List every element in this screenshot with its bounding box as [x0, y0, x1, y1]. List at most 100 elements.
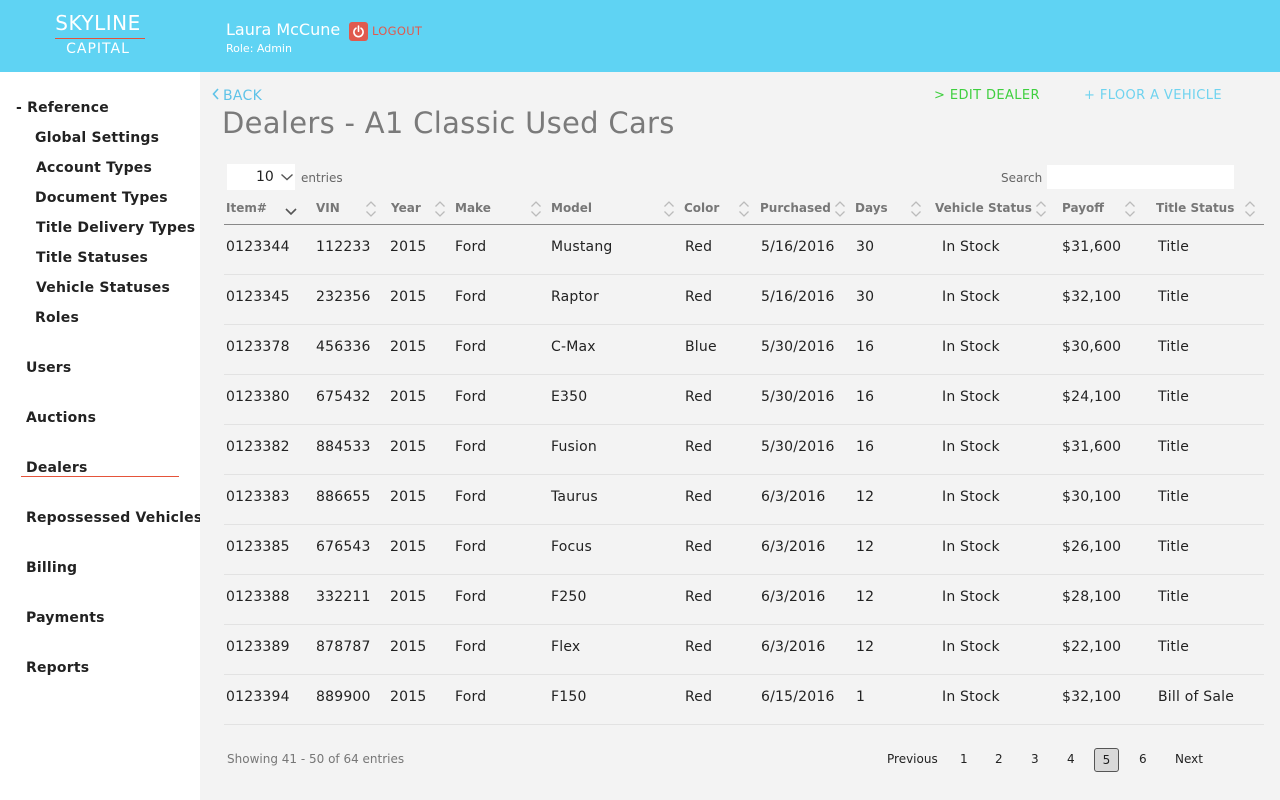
- logo-text-top: SKYLINE: [55, 11, 141, 35]
- cell-make: Ford: [455, 389, 487, 405]
- cell-purchased: 5/16/2016: [761, 239, 835, 255]
- column-header-vin[interactable]: VIN: [316, 201, 340, 215]
- sort-icon[interactable]: [529, 200, 543, 218]
- sort-icon[interactable]: [1034, 200, 1048, 218]
- column-header-vehicle-status[interactable]: Vehicle Status: [935, 201, 1032, 215]
- cell-payoff: $24,100: [1062, 389, 1122, 405]
- pagination-page-2[interactable]: 2: [995, 752, 1003, 766]
- cell-item: 0123344: [226, 239, 290, 255]
- cell-model: E350: [551, 389, 588, 405]
- cell-purchased: 6/3/2016: [761, 589, 826, 605]
- cell-make: Ford: [455, 239, 487, 255]
- sidebar: [0, 72, 200, 800]
- column-header-model[interactable]: Model: [551, 201, 592, 215]
- cell-model: F150: [551, 689, 587, 705]
- cell-payoff: $30,100: [1062, 489, 1122, 505]
- cell-color: Red: [685, 389, 713, 405]
- cell-item: 0123389: [226, 639, 290, 655]
- cell-vehicle-status: In Stock: [942, 539, 1000, 555]
- cell-days: 16: [856, 339, 875, 355]
- cell-color: Red: [685, 539, 713, 555]
- page-title: Dealers - A1 Classic Used Cars: [222, 106, 675, 140]
- cell-make: Ford: [455, 689, 487, 705]
- user-name: Laura McCune: [226, 20, 341, 39]
- search-label: Search: [1001, 171, 1043, 185]
- column-header-days[interactable]: Days: [855, 201, 888, 215]
- cell-title-status: Bill of Sale: [1158, 689, 1235, 705]
- entries-info: Showing 41 - 50 of 64 entries: [227, 752, 405, 766]
- logo[interactable]: SKYLINE CAPITAL: [0, 0, 200, 72]
- sort-icon[interactable]: [433, 200, 447, 218]
- sidebar-item-billing[interactable]: Billing: [26, 560, 77, 576]
- sidebar-item-payments[interactable]: Payments: [26, 610, 105, 626]
- cell-model: F250: [551, 589, 587, 605]
- sidebar-subitem-vehicle-statuses[interactable]: Vehicle Statuses: [36, 280, 170, 296]
- sidebar-item-auctions[interactable]: Auctions: [26, 410, 96, 426]
- pagination-page-6[interactable]: 6: [1139, 752, 1147, 766]
- column-header-title-status[interactable]: Title Status: [1156, 201, 1234, 215]
- column-header-year[interactable]: Year: [391, 201, 421, 215]
- cell-color: Red: [685, 639, 713, 655]
- pagination-page-1[interactable]: 1: [960, 752, 968, 766]
- active-item-indicator: [21, 476, 179, 477]
- sort-icon[interactable]: [833, 200, 847, 218]
- sort-icon[interactable]: [662, 200, 676, 218]
- sidebar-subitem-account-types[interactable]: Account Types: [36, 160, 152, 176]
- sidebar-item-dealers[interactable]: Dealers: [26, 460, 88, 476]
- sidebar-subitem-global-settings[interactable]: Global Settings: [35, 130, 159, 146]
- column-header-item[interactable]: Item#: [226, 201, 267, 215]
- sort-icon[interactable]: [909, 200, 923, 218]
- pagination-page-4[interactable]: 4: [1067, 752, 1075, 766]
- sidebar-item-reference[interactable]: - Reference: [16, 100, 109, 116]
- sidebar-subitem-title-statuses[interactable]: Title Statuses: [36, 250, 148, 266]
- search-input[interactable]: [1047, 165, 1234, 189]
- entries-select[interactable]: 10: [227, 164, 295, 190]
- cell-purchased: 6/15/2016: [761, 689, 835, 705]
- cell-days: 30: [856, 239, 875, 255]
- logout-button[interactable]: LOGOUT: [349, 21, 422, 41]
- column-header-payoff[interactable]: Payoff: [1062, 201, 1104, 215]
- cell-model: Raptor: [551, 289, 599, 305]
- cell-vehicle-status: In Stock: [942, 639, 1000, 655]
- table-row-divider: [224, 374, 1264, 375]
- cell-days: 16: [856, 439, 875, 455]
- column-header-purchased[interactable]: Purchased: [760, 201, 831, 215]
- pagination-previous[interactable]: Previous: [887, 752, 938, 766]
- cell-year: 2015: [390, 489, 427, 505]
- edit-dealer-link[interactable]: > EDIT DEALER: [934, 88, 1040, 103]
- pagination-next[interactable]: Next: [1175, 752, 1203, 766]
- cell-model: Focus: [551, 539, 592, 555]
- sidebar-item-repossessed-vehicles[interactable]: Repossessed Vehicles: [26, 510, 202, 526]
- back-link[interactable]: BACK: [211, 87, 262, 105]
- cell-vehicle-status: In Stock: [942, 689, 1000, 705]
- sidebar-subitem-title-delivery-types[interactable]: Title Delivery Types: [36, 220, 195, 236]
- sort-icon[interactable]: [737, 200, 751, 218]
- cell-color: Red: [685, 439, 713, 455]
- cell-vehicle-status: In Stock: [942, 239, 1000, 255]
- cell-make: Ford: [455, 639, 487, 655]
- sidebar-subitem-roles[interactable]: Roles: [35, 310, 79, 326]
- table-row-divider: [224, 274, 1264, 275]
- column-header-color[interactable]: Color: [684, 201, 719, 215]
- cell-title-status: Title: [1158, 639, 1190, 655]
- sidebar-subitem-document-types[interactable]: Document Types: [35, 190, 168, 206]
- table-row-divider: [224, 324, 1264, 325]
- table-row-divider: [224, 624, 1264, 625]
- sidebar-item-reports[interactable]: Reports: [26, 660, 89, 676]
- table-row-divider: [224, 674, 1264, 675]
- sort-icon[interactable]: [364, 200, 378, 218]
- sort-icon[interactable]: [1243, 200, 1257, 218]
- sort-icon[interactable]: [1123, 200, 1137, 218]
- pagination-page-5-active[interactable]: 5: [1094, 748, 1119, 772]
- floor-vehicle-link[interactable]: + FLOOR A VEHICLE: [1084, 88, 1222, 103]
- table-row-divider: [224, 574, 1264, 575]
- table-row-divider: [224, 724, 1264, 725]
- cell-payoff: $30,600: [1062, 339, 1122, 355]
- sort-desc-icon[interactable]: [284, 200, 298, 218]
- cell-vin: 112233: [316, 239, 371, 255]
- cell-purchased: 5/30/2016: [761, 339, 835, 355]
- pagination-page-3[interactable]: 3: [1031, 752, 1039, 766]
- cell-vin: 332211: [316, 589, 371, 605]
- sidebar-item-users[interactable]: Users: [26, 360, 71, 376]
- column-header-make[interactable]: Make: [455, 201, 491, 215]
